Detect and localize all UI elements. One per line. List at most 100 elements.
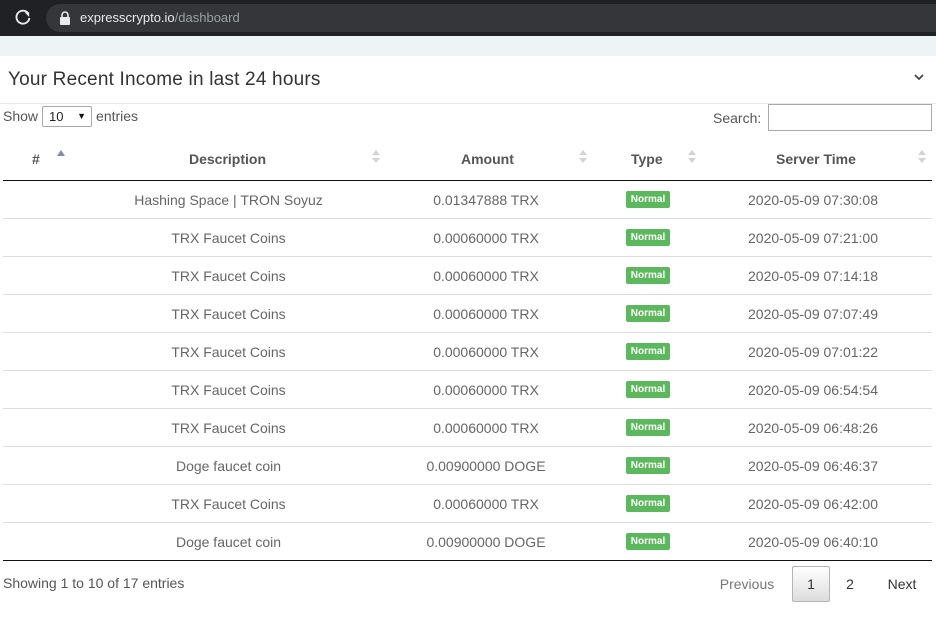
pagination-previous-button[interactable]: Previous: [710, 566, 784, 602]
cell-server-time: 2020-05-09 06:46:37: [748, 457, 878, 474]
status-badge: Normal: [625, 229, 671, 246]
cell-amount: 0.00060000 TRX: [433, 267, 539, 284]
cell-server-time: 2020-05-09 06:48:26: [748, 419, 878, 436]
cell-server-time: 2020-05-09 07:30:08: [748, 191, 878, 208]
cell-number: [3, 181, 103, 218]
entries-length-control: Show 10 ▼ entries: [3, 105, 138, 127]
table-row: TRX Faucet Coins 0.00060000 TRX Normal 2020…: [3, 295, 932, 333]
status-badge: Normal: [625, 343, 671, 360]
pagination-page-1-button[interactable]: 1: [792, 566, 830, 602]
address-bar[interactable]: expresscrypto.io/dashboard: [46, 4, 936, 32]
status-badge: Normal: [625, 495, 671, 512]
cell-description: Hashing Space | TRON Soyuz: [134, 191, 323, 208]
table-row: Doge faucet coin 0.00900000 DOGE Normal 202…: [3, 523, 932, 561]
length-suffix: entries: [96, 108, 139, 124]
panel-title: Your Recent Income in last 24 hours: [8, 69, 321, 90]
cell-amount: 0.00060000 TRX: [433, 229, 539, 246]
status-badge: Normal: [625, 267, 671, 284]
cell-amount: 0.00900000 DOGE: [426, 457, 546, 474]
cell-number: [3, 409, 103, 446]
cell-amount: 0.00060000 TRX: [433, 419, 539, 436]
column-header-label: Server Time: [776, 150, 856, 167]
cell-type: Normal: [594, 295, 702, 332]
cell-description: Doge faucet coin: [175, 457, 282, 474]
table-row: TRX Faucet Coins 0.00060000 TRX Normal 2020…: [3, 371, 932, 409]
search-input[interactable]: [768, 104, 932, 131]
sort-both-icon: [688, 150, 696, 166]
cell-server-time: 2020-05-09 07:14:18: [748, 267, 878, 284]
cell-type: Normal: [594, 219, 702, 256]
length-prefix: Show: [3, 108, 39, 124]
pagination-next-button[interactable]: Next: [878, 566, 926, 602]
cell-server-time: 2020-05-09 06:40:10: [748, 533, 878, 550]
cell-number: [3, 485, 103, 522]
cell-type: Normal: [594, 485, 702, 522]
column-header-label: Type: [631, 150, 663, 167]
url-text: expresscrypto.io/dashboard: [80, 10, 240, 26]
status-badge: Normal: [625, 419, 671, 436]
cell-description: TRX Faucet Coins: [171, 229, 286, 246]
cell-amount: 0.00900000 DOGE: [426, 533, 546, 550]
sort-both-icon: [918, 150, 926, 166]
cell-description: TRX Faucet Coins: [171, 495, 286, 512]
table-row: TRX Faucet Coins 0.00060000 TRX Normal 2020…: [3, 409, 932, 447]
cell-amount: 0.00060000 TRX: [433, 381, 539, 398]
income-table: # Description Amount Type Server Time Ha…: [3, 136, 932, 561]
column-header-label: Description: [189, 150, 267, 167]
column-header-description[interactable]: Description: [103, 136, 386, 181]
sort-asc-icon: [57, 150, 65, 156]
cell-number: [3, 371, 103, 408]
entries-select[interactable]: 10 ▼: [42, 105, 93, 127]
chevron-down-icon[interactable]: [912, 70, 926, 84]
cell-amount: 0.00060000 TRX: [433, 495, 539, 512]
cell-number: [3, 447, 103, 484]
sort-both-icon: [372, 150, 380, 166]
cell-type: Normal: [594, 257, 702, 294]
cell-number: [3, 523, 103, 560]
url-host: expresscrypto.io: [80, 10, 175, 25]
table-body: Hashing Space | TRON Soyuz 0.01347888 TRX…: [3, 181, 932, 561]
reload-icon[interactable]: [12, 7, 34, 29]
table-row: TRX Faucet Coins 0.00060000 TRX Normal 2020…: [3, 333, 932, 371]
column-header-server-time[interactable]: Server Time: [702, 136, 932, 181]
cell-type: Normal: [594, 523, 702, 560]
cell-number: [3, 257, 103, 294]
entries-select-value: 10: [49, 108, 64, 124]
cell-number: [3, 333, 103, 370]
cell-number: [3, 219, 103, 256]
status-badge: Normal: [625, 305, 671, 322]
income-panel: Your Recent Income in last 24 hours Show…: [0, 56, 936, 618]
column-header-label: Amount: [461, 150, 514, 167]
browser-toolbar: expresscrypto.io/dashboard: [0, 0, 936, 36]
column-header-label: #: [32, 150, 40, 167]
cell-server-time: 2020-05-09 06:42:00: [748, 495, 878, 512]
page-background: [0, 36, 936, 56]
cell-description: TRX Faucet Coins: [171, 305, 286, 322]
cell-server-time: 2020-05-09 07:21:00: [748, 229, 878, 246]
cell-amount: 0.00060000 TRX: [433, 343, 539, 360]
cell-type: Normal: [594, 409, 702, 446]
column-header-type[interactable]: Type: [594, 136, 702, 181]
status-badge: Normal: [625, 381, 671, 398]
status-badge: Normal: [625, 191, 671, 208]
cell-description: TRX Faucet Coins: [171, 267, 286, 284]
table-row: TRX Faucet Coins 0.00060000 TRX Normal 2020…: [3, 257, 932, 295]
table-row: TRX Faucet Coins 0.00060000 TRX Normal 2020…: [3, 219, 932, 257]
cell-description: TRX Faucet Coins: [171, 343, 286, 360]
url-path: /dashboard: [174, 10, 240, 25]
table-row: Doge faucet coin 0.00900000 DOGE Normal 202…: [3, 447, 932, 485]
cell-type: Normal: [594, 333, 702, 370]
cell-type: Normal: [594, 447, 702, 484]
cell-amount: 0.01347888 TRX: [433, 191, 539, 208]
pagination-page-2-button[interactable]: 2: [834, 566, 866, 602]
column-header-number[interactable]: #: [3, 136, 103, 181]
cell-amount: 0.00060000 TRX: [433, 305, 539, 322]
column-header-amount[interactable]: Amount: [386, 136, 594, 181]
status-badge: Normal: [625, 457, 671, 474]
cell-description: Doge faucet coin: [175, 533, 282, 550]
select-arrow-icon: ▼: [77, 110, 87, 121]
table-info: Showing 1 to 10 of 17 entries: [3, 575, 185, 591]
cell-server-time: 2020-05-09 07:07:49: [748, 305, 878, 322]
cell-server-time: 2020-05-09 07:01:22: [748, 343, 878, 360]
cell-description: TRX Faucet Coins: [171, 381, 286, 398]
